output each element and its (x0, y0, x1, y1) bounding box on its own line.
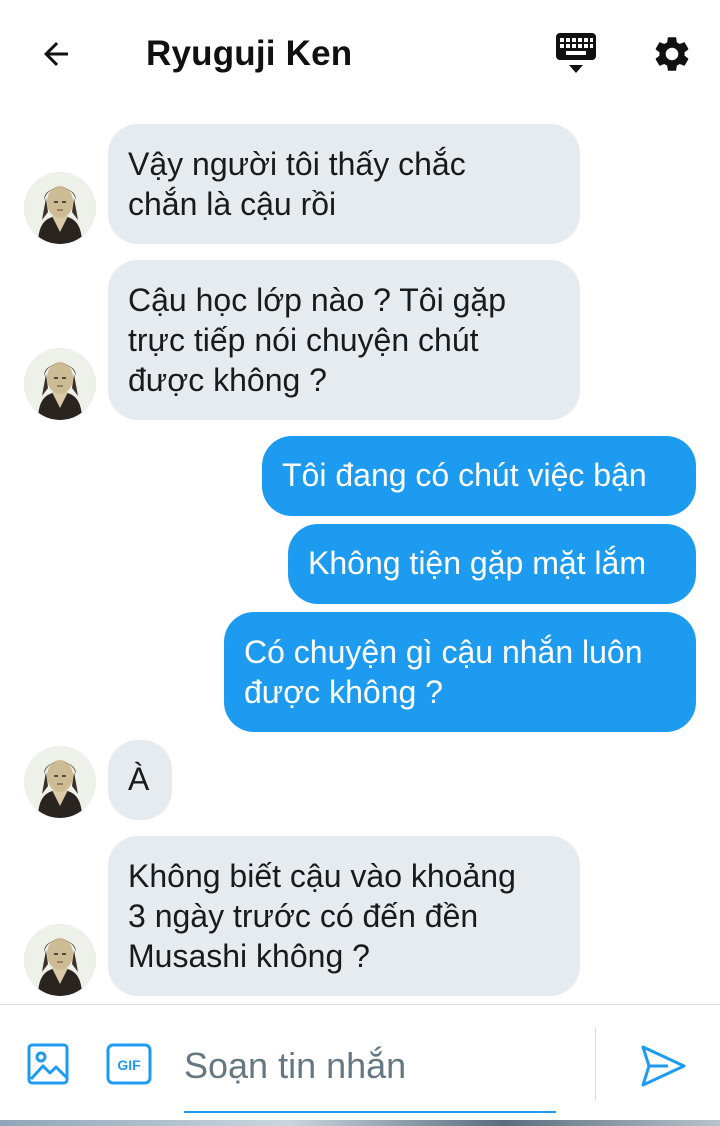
message-line: chắn là cậu rồi (128, 186, 337, 222)
outgoing-message[interactable]: Tôi đang có chút việc bận (262, 436, 696, 516)
message-line: Không tiện gặp mặt lắm (308, 545, 646, 581)
outgoing-message[interactable]: Không tiện gặp mặt lắm (288, 524, 696, 604)
message-line: Không biết cậu vào khoảng (128, 858, 516, 894)
avatar[interactable] (24, 348, 96, 420)
keyboard-button[interactable] (552, 30, 600, 78)
outgoing-message[interactable]: Có chuyện gì cậu nhắn luôn được không ? (224, 612, 696, 732)
message-line: Có chuyện gì cậu nhắn luôn (244, 634, 643, 670)
chat-header: Ryuguji Ken (0, 0, 720, 108)
avatar[interactable] (24, 172, 96, 244)
contact-avatar-image (24, 172, 96, 244)
send-button[interactable] (638, 1041, 688, 1091)
message-composer: GIF (0, 1004, 720, 1126)
page-title: Ryuguji Ken (146, 34, 353, 73)
contact-avatar-image (24, 746, 96, 818)
avatar[interactable] (24, 746, 96, 818)
add-image-button[interactable] (26, 1042, 70, 1086)
image-icon (27, 1043, 69, 1085)
message-line: Cậu học lớp nào ? Tôi gặp (128, 282, 506, 318)
incoming-message[interactable]: Vậy người tôi thấy chắc chắn là cậu rồi (108, 124, 580, 244)
contact-avatar-image (24, 924, 96, 996)
message-line: được không ? (128, 362, 327, 398)
settings-button[interactable] (648, 30, 696, 78)
message-line: À (128, 761, 150, 797)
send-icon (641, 1045, 686, 1087)
message-line: trực tiếp nói chuyện chút (128, 322, 479, 358)
incoming-message[interactable]: Cậu học lớp nào ? Tôi gặp trực tiếp nói … (108, 260, 580, 420)
contact-avatar-image (24, 348, 96, 420)
gif-button[interactable]: GIF (106, 1043, 152, 1085)
keyboard-icon (556, 33, 596, 73)
message-input-wrapper (184, 1033, 556, 1113)
underlying-content-strip (0, 1120, 720, 1126)
gif-label: GIF (117, 1057, 141, 1073)
back-button[interactable] (34, 32, 78, 76)
gear-icon (655, 37, 689, 71)
message-line: Vậy người tôi thấy chắc (128, 146, 466, 182)
incoming-message[interactable]: Không biết cậu vào khoảng 3 ngày trước c… (108, 836, 580, 996)
arrow-left-icon (44, 42, 68, 66)
composer-divider (595, 1027, 596, 1101)
avatar[interactable] (24, 924, 96, 996)
message-line: Tôi đang có chút việc bận (282, 457, 647, 493)
message-input[interactable] (184, 1033, 556, 1099)
message-line: được không ? (244, 674, 443, 710)
incoming-message[interactable]: À (108, 740, 172, 820)
message-line: 3 ngày trước có đến đền (128, 898, 479, 934)
message-line: Musashi không ? (128, 938, 370, 974)
gif-icon: GIF (106, 1043, 152, 1085)
